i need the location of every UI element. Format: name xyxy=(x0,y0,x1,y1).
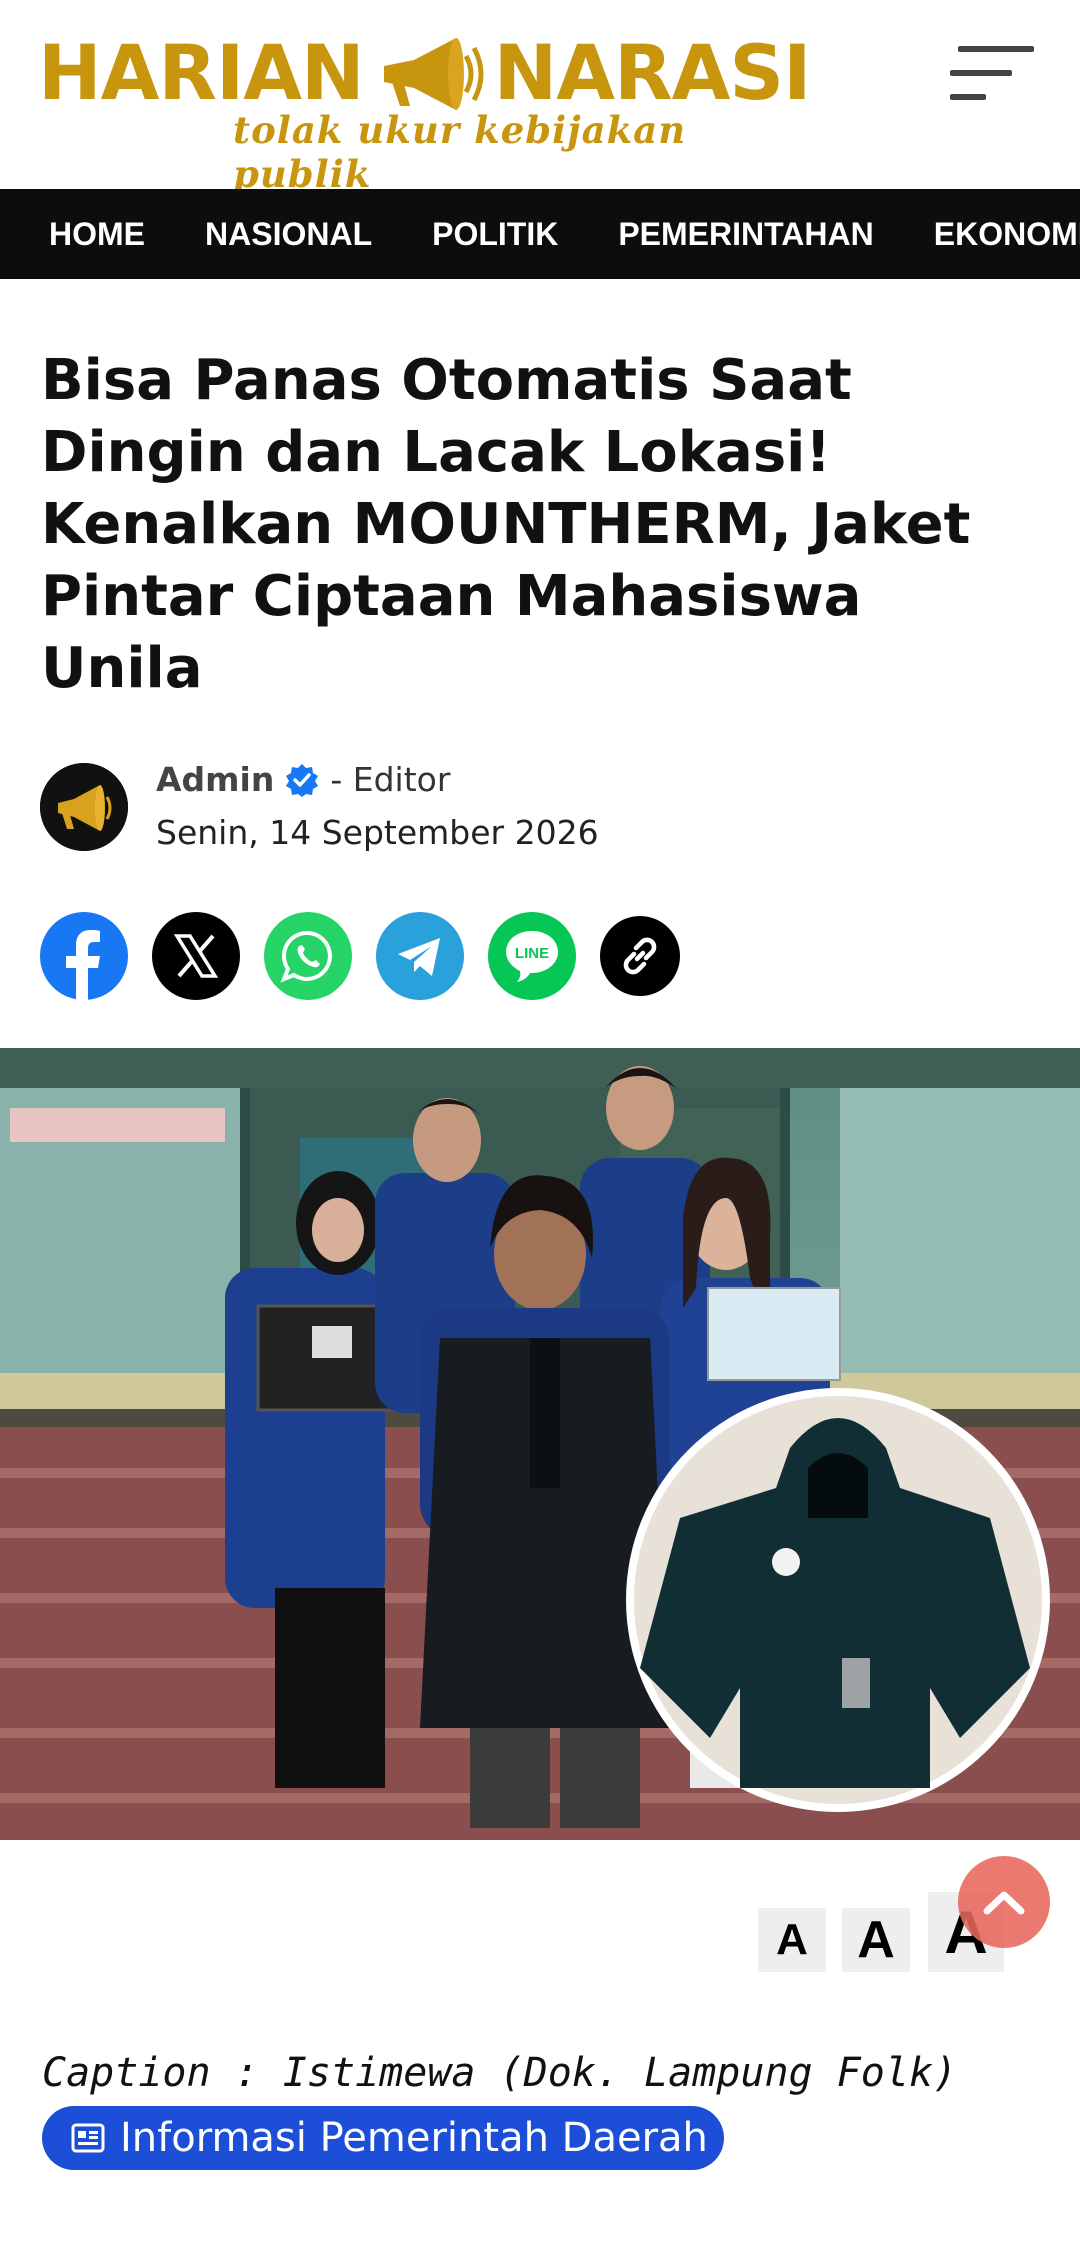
scroll-to-top-button[interactable] xyxy=(958,1856,1050,1948)
x-icon xyxy=(173,934,219,978)
share-facebook-button[interactable] xyxy=(40,912,128,1000)
author-line: Admin - Editor xyxy=(156,760,450,800)
share-whatsapp-button[interactable] xyxy=(264,912,352,1000)
line-icon: LINE xyxy=(506,931,558,982)
article-title: Bisa Panas Otomatis Saat Dingin dan Laca… xyxy=(41,348,971,701)
info-button-label: Informasi Pemerintah Daerah xyxy=(120,2115,708,2161)
nav-item-politik[interactable]: POLITIK xyxy=(432,189,558,279)
info-pemerintah-daerah-button[interactable]: Informasi Pemerintah Daerah xyxy=(42,2106,724,2170)
nav-item-home[interactable]: HOME xyxy=(49,189,145,279)
font-size-medium-button[interactable]: A xyxy=(842,1908,910,1972)
site-header: HARIAN NARASI tolak ukur kebijakan publi… xyxy=(0,0,1080,197)
author-avatar[interactable] xyxy=(40,763,128,851)
share-line-button[interactable]: LINE xyxy=(488,912,576,1000)
publish-date: Senin, 14 September 2026 xyxy=(156,813,599,852)
students-with-jacket-photo xyxy=(0,1048,1080,1840)
nav-item-nasional[interactable]: NASIONAL xyxy=(205,189,372,279)
nav-item-pemerintahan[interactable]: PEMERINTAHAN xyxy=(618,189,873,279)
nav-item-ekonomi[interactable]: EKONOMI xyxy=(934,189,1080,279)
author-role: - Editor xyxy=(330,760,451,799)
hamburger-menu-button[interactable] xyxy=(950,40,1036,106)
font-size-small-button[interactable]: A xyxy=(758,1908,826,1972)
whatsapp-icon xyxy=(280,930,332,983)
author-name[interactable]: Admin xyxy=(156,760,274,800)
logo-wordmark: HARIAN NARASI xyxy=(38,26,812,118)
megaphone-icon xyxy=(40,763,128,851)
main-nav: HOME NASIONAL POLITIK PEMERINTAHAN EKONOMI xyxy=(0,189,1080,279)
hamburger-icon-line xyxy=(950,94,986,100)
hamburger-icon-line xyxy=(950,70,1012,76)
hamburger-icon xyxy=(958,46,1034,52)
svg-text:LINE: LINE xyxy=(515,945,549,962)
newspaper-icon xyxy=(71,2123,105,2153)
site-logo[interactable]: HARIAN NARASI tolak ukur kebijakan publi… xyxy=(38,26,811,197)
article-featured-image[interactable] xyxy=(0,1048,1080,1840)
image-caption: Caption : Istimewa (Dok. Lampung Folk) xyxy=(42,2050,958,2096)
verified-badge-icon xyxy=(286,764,319,797)
logo-tagline: tolak ukur kebijakan publik xyxy=(233,108,687,196)
logo-text-right: NARASI xyxy=(493,27,812,117)
share-bar: LINE xyxy=(40,912,704,1000)
facebook-icon xyxy=(66,930,100,1000)
share-x-button[interactable] xyxy=(152,912,240,1000)
megaphone-icon xyxy=(383,38,484,110)
link-icon xyxy=(623,937,657,975)
logo-text-left: HARIAN xyxy=(38,27,365,117)
share-telegram-button[interactable] xyxy=(376,912,464,1000)
chevron-up-icon xyxy=(983,1891,1025,1915)
copy-link-button[interactable] xyxy=(600,916,680,996)
telegram-icon xyxy=(398,938,440,976)
